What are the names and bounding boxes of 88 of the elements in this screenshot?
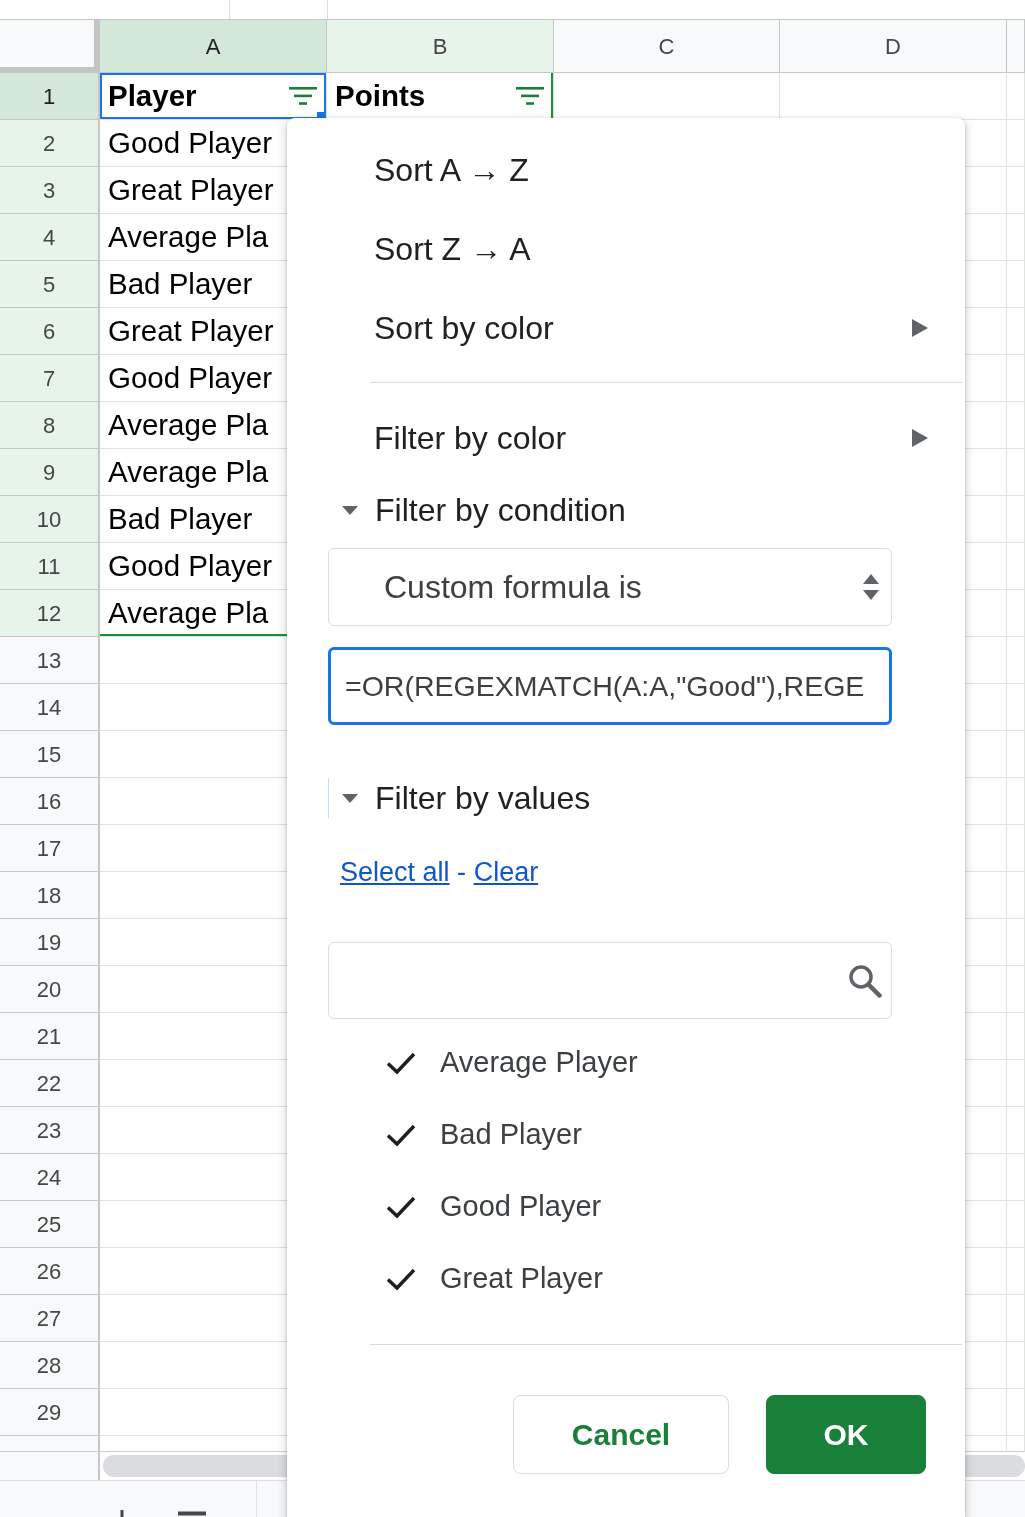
row-header[interactable]: 28: [0, 1342, 100, 1389]
table-cell[interactable]: [1007, 308, 1025, 355]
row-header[interactable]: 1: [0, 73, 100, 120]
table-cell[interactable]: [1007, 590, 1025, 637]
table-cell[interactable]: [1007, 1107, 1025, 1154]
table-cell[interactable]: [1007, 120, 1025, 167]
menu-icon[interactable]: [178, 1511, 206, 1517]
row-header[interactable]: 21: [0, 1013, 100, 1060]
row-header[interactable]: 14: [0, 684, 100, 731]
section-toggle[interactable]: Filter by condition: [328, 490, 892, 530]
column-header[interactable]: B: [327, 20, 554, 72]
table-cell[interactable]: [1007, 543, 1025, 590]
table-cell[interactable]: [1007, 684, 1025, 731]
table-cell[interactable]: [1007, 1389, 1025, 1436]
table-cell[interactable]: [1007, 966, 1025, 1013]
row-header[interactable]: 9: [0, 449, 100, 496]
table-cell[interactable]: [1007, 637, 1025, 684]
table-cell[interactable]: [1007, 73, 1025, 120]
table-cell[interactable]: [1007, 1201, 1025, 1248]
table-cell[interactable]: [1007, 731, 1025, 778]
table-cell[interactable]: [1007, 919, 1025, 966]
row-header[interactable]: 20: [0, 966, 100, 1013]
row-header[interactable]: 12: [0, 590, 100, 637]
row-header[interactable]: 26: [0, 1248, 100, 1295]
row-header[interactable]: 24: [0, 1154, 100, 1201]
row-header[interactable]: 13: [0, 637, 100, 684]
table-cell[interactable]: Player: [100, 73, 327, 120]
row-header[interactable]: 18: [0, 872, 100, 919]
row-header[interactable]: 23: [0, 1107, 100, 1154]
cancel-button[interactable]: Cancel: [513, 1395, 729, 1474]
search-field[interactable]: [328, 942, 892, 1019]
row-header[interactable]: 16: [0, 778, 100, 825]
row-header[interactable]: 29: [0, 1389, 100, 1436]
table-cell[interactable]: [1007, 402, 1025, 449]
row-header[interactable]: 11: [0, 543, 100, 590]
row-header[interactable]: 5: [0, 261, 100, 308]
table-cell[interactable]: [1007, 1060, 1025, 1107]
table-cell[interactable]: [1007, 1342, 1025, 1389]
cell-text: Points: [335, 77, 426, 114]
value-option[interactable]: Bad Player: [287, 1099, 965, 1171]
table-cell[interactable]: [1007, 167, 1025, 214]
separator-text: -: [457, 855, 467, 889]
row-header[interactable]: 25: [0, 1201, 100, 1248]
row-header[interactable]: 10: [0, 496, 100, 543]
column-header[interactable]: [1007, 20, 1025, 72]
row-header[interactable]: 27: [0, 1295, 100, 1342]
search-icon: [848, 963, 882, 998]
condition-select[interactable]: Custom formula is: [328, 548, 892, 626]
table-cell[interactable]: [1007, 1154, 1025, 1201]
table-cell[interactable]: [1007, 214, 1025, 261]
table-cell[interactable]: [1007, 449, 1025, 496]
row-header[interactable]: 8: [0, 402, 100, 449]
ok-button[interactable]: OK: [766, 1395, 926, 1474]
row-header[interactable]: 19: [0, 919, 100, 966]
row-header[interactable]: 4: [0, 214, 100, 261]
clear-link[interactable]: Clear: [473, 851, 539, 893]
table-cell[interactable]: [1007, 825, 1025, 872]
row-header[interactable]: 15: [0, 731, 100, 778]
column-header[interactable]: D: [780, 20, 1007, 72]
table-cell[interactable]: [1007, 778, 1025, 825]
table-cell[interactable]: [1007, 1013, 1025, 1060]
row-header[interactable]: 7: [0, 355, 100, 402]
value-option[interactable]: Great Player: [287, 1243, 965, 1315]
column-header[interactable]: C: [554, 20, 780, 72]
table-cell[interactable]: [1007, 1248, 1025, 1295]
table-cell[interactable]: [1007, 1436, 1025, 1452]
row-header[interactable]: [0, 1436, 100, 1452]
row-header[interactable]: 17: [0, 825, 100, 872]
filter-icon[interactable]: [289, 87, 317, 105]
row-header[interactable]: 6: [0, 308, 100, 355]
sheet-corner[interactable]: [0, 20, 100, 72]
row-header[interactable]: 22: [0, 1060, 100, 1107]
table-cell[interactable]: [1007, 872, 1025, 919]
table-cell[interactable]: [1007, 1295, 1025, 1342]
table-cell[interactable]: [1007, 496, 1025, 543]
section-toggle[interactable]: Filter by values: [328, 778, 892, 818]
formula-field[interactable]: =OR(REGEXMATCH(A:A,"Good"),REGE: [328, 647, 892, 725]
value-option[interactable]: Average Player: [287, 1027, 965, 1099]
value-option[interactable]: Good Player: [287, 1171, 965, 1243]
filter-icon[interactable]: [516, 87, 544, 105]
cell-text: Player: [108, 77, 197, 114]
updown-arrows-icon: [863, 574, 879, 600]
row-header[interactable]: 3: [0, 167, 100, 214]
row-header[interactable]: 2: [0, 120, 100, 167]
table-cell[interactable]: [1007, 355, 1025, 402]
table-cell[interactable]: [1007, 261, 1025, 308]
column-header[interactable]: A: [100, 20, 327, 72]
select-all-link[interactable]: Select all: [340, 851, 450, 893]
